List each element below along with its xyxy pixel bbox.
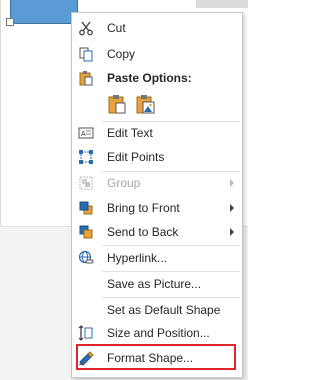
menu-item-bring-to-front[interactable]: Bring to Front <box>72 196 242 220</box>
menu-item-label: Send to Back <box>107 225 179 239</box>
edit-text-icon: A <box>78 125 94 141</box>
paste-options-header: Paste Options: <box>72 67 242 89</box>
menu-item-edit-points[interactable]: Edit Points <box>72 145 242 169</box>
canvas-corner <box>196 0 248 8</box>
menu-item-copy[interactable]: Copy <box>72 42 242 66</box>
menu-item-label: Bring to Front <box>107 201 180 215</box>
hyperlink-icon <box>78 250 94 266</box>
svg-text:A: A <box>81 131 86 138</box>
menu-item-size-and-position[interactable]: Size and Position... <box>72 321 242 345</box>
copy-icon <box>78 46 94 62</box>
menu-item-hyperlink[interactable]: Hyperlink... <box>72 246 242 270</box>
selected-shape[interactable] <box>10 0 78 24</box>
menu-item-group[interactable]: Group <box>72 171 242 195</box>
menu-item-label: Save as Picture... <box>107 277 202 291</box>
send-to-back-icon <box>78 224 94 240</box>
bring-to-front-icon <box>78 200 94 216</box>
menu-item-label: Cut <box>107 21 126 35</box>
paste-as-picture-icon[interactable] <box>134 93 156 115</box>
group-icon <box>78 175 94 191</box>
paste-options-buttons <box>106 91 166 117</box>
slide-edge <box>0 0 1 230</box>
paste-keep-formatting-icon[interactable] <box>106 93 128 115</box>
submenu-arrow-icon <box>230 179 234 187</box>
menu-item-label: Size and Position... <box>107 326 210 340</box>
scissors-icon <box>78 20 94 36</box>
menu-item-label: Set as Default Shape <box>107 303 221 317</box>
menu-item-label: Group <box>107 176 141 190</box>
menu-item-send-to-back[interactable]: Send to Back <box>72 220 242 244</box>
format-shape-highlight <box>76 344 236 370</box>
menu-item-label: Edit Points <box>107 150 165 164</box>
menu-item-label: Hyperlink... <box>107 251 168 265</box>
size-position-icon <box>78 325 94 341</box>
submenu-arrow-icon <box>230 204 234 212</box>
menu-item-save-as-picture[interactable]: Save as Picture... <box>72 272 242 296</box>
paste-options-label: Paste Options: <box>107 71 192 85</box>
submenu-arrow-icon <box>230 228 234 236</box>
menu-item-cut[interactable]: Cut <box>72 16 242 40</box>
menu-item-label: Edit Text <box>107 126 153 140</box>
edit-points-icon <box>78 149 94 165</box>
menu-item-label: Copy <box>107 47 136 61</box>
menu-item-edit-text[interactable]: A Edit Text <box>72 121 242 145</box>
menu-item-set-default-shape[interactable]: Set as Default Shape <box>72 298 242 322</box>
resize-handle[interactable] <box>6 18 14 26</box>
context-menu: Cut Copy Paste Options: A Edit Text Edit… <box>71 12 243 378</box>
clipboard-icon <box>78 70 94 89</box>
